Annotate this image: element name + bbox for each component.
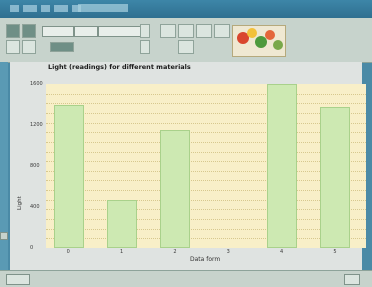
plot-area xyxy=(46,84,366,248)
menu-item-file[interactable] xyxy=(10,5,19,12)
print-icon[interactable] xyxy=(22,40,36,54)
x-tick-label: 4 xyxy=(280,249,284,255)
gridline xyxy=(46,151,366,153)
gridline xyxy=(46,122,366,124)
format-icon[interactable] xyxy=(214,24,230,38)
y-tick-label: 800 xyxy=(30,163,40,169)
gridline xyxy=(46,132,366,134)
x-tick-label: 3 xyxy=(226,249,230,255)
bar-0[interactable] xyxy=(53,104,84,248)
view-mode-button[interactable] xyxy=(6,274,30,285)
spin-down-icon[interactable] xyxy=(140,40,150,54)
gridline xyxy=(46,103,366,105)
x-axis-label: Data form xyxy=(190,256,221,263)
gridline xyxy=(46,93,366,95)
gridline xyxy=(46,141,366,143)
gridline xyxy=(46,190,366,192)
save-icon[interactable] xyxy=(6,40,20,54)
gridline xyxy=(46,112,366,114)
gridline xyxy=(46,199,366,201)
x-tick-label: 5 xyxy=(333,249,337,255)
chart-type-icon[interactable] xyxy=(160,24,176,38)
menu-bar[interactable] xyxy=(10,5,81,13)
x-tick-label: 2 xyxy=(173,249,177,255)
left-ruler xyxy=(0,62,8,272)
legend-icon[interactable] xyxy=(178,24,194,38)
title-bar xyxy=(0,0,372,18)
chart-title: Light (readings) for different materials xyxy=(48,63,191,71)
x-tick-label: 1 xyxy=(120,249,124,255)
spin-up-icon[interactable] xyxy=(140,24,150,38)
font-name-field[interactable] xyxy=(42,26,74,37)
toolbar xyxy=(0,18,372,63)
menu-item-insert[interactable] xyxy=(54,5,68,12)
gridline xyxy=(46,238,366,240)
menu-item-view[interactable] xyxy=(41,5,50,12)
grid-icon[interactable] xyxy=(196,24,212,38)
gridline xyxy=(46,170,366,172)
y-axis-label: Light xyxy=(17,196,23,210)
y-tick-label: 1600 xyxy=(30,81,43,87)
gridline xyxy=(46,209,366,211)
gridline xyxy=(46,161,366,163)
chart-window: Light (readings) for different materials… xyxy=(10,62,366,270)
y-tick-label: 1200 xyxy=(30,122,43,128)
open-icon[interactable] xyxy=(22,24,36,38)
gridline xyxy=(46,180,366,182)
gridline xyxy=(46,228,366,230)
new-icon[interactable] xyxy=(6,24,20,38)
bar-2[interactable] xyxy=(160,130,191,248)
flowers-thumbnail-image xyxy=(232,25,286,57)
bar-5[interactable] xyxy=(320,106,351,248)
bar-4[interactable] xyxy=(267,84,297,248)
bar-1[interactable] xyxy=(107,199,137,248)
menu-item-edit[interactable] xyxy=(23,5,37,12)
scroll-handle[interactable] xyxy=(0,232,8,240)
y-tick-label: 0 xyxy=(30,245,34,251)
status-bar xyxy=(0,270,372,287)
gridline xyxy=(46,219,366,221)
resize-handle-icon[interactable] xyxy=(344,274,360,285)
x-tick-label: 0 xyxy=(66,249,70,255)
zoom-icon[interactable] xyxy=(178,40,194,54)
y-tick-label: 400 xyxy=(30,204,40,210)
font-size-field[interactable] xyxy=(74,26,98,37)
style-field[interactable] xyxy=(98,26,142,37)
window-title xyxy=(78,4,128,12)
color-picker[interactable] xyxy=(50,42,74,52)
